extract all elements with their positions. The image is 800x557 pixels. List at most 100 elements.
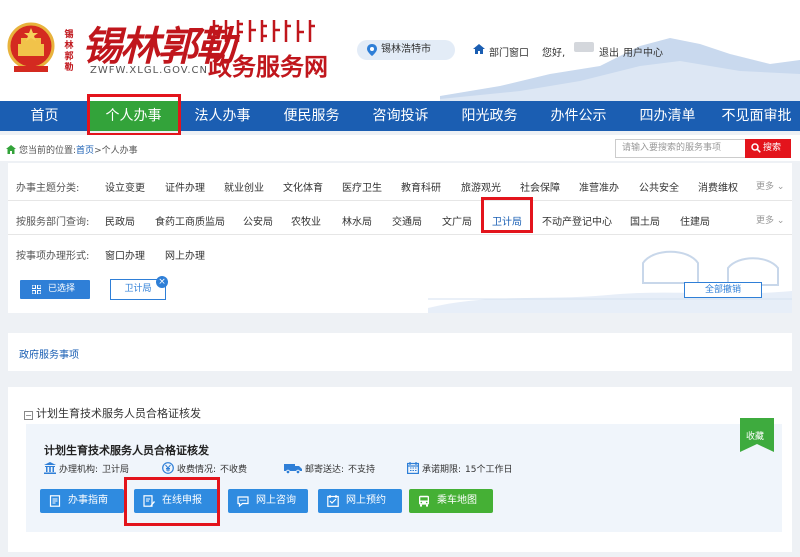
nav-corporate-affairs[interactable]: 法人办事 (178, 101, 267, 131)
nav-consult-complaint[interactable]: 咨询投诉 (356, 101, 445, 131)
username-redacted (574, 42, 594, 53)
breadcrumb: 您当前的位置:首页>个人办事 (6, 143, 138, 156)
filter-method-option[interactable]: 窗口办理 (105, 247, 145, 262)
document-icon (49, 495, 61, 507)
filter-dept-option[interactable]: 林水局 (342, 213, 372, 228)
fee-value: 不收费 (220, 465, 248, 475)
nav-four-lists[interactable]: 四办清单 (623, 101, 712, 131)
logo-url: ZWFW.XLGL.GOV.CN (90, 65, 208, 76)
nav-remote-approval[interactable]: 不见面审批 (712, 101, 800, 131)
house-icon (473, 44, 485, 54)
filter-theme-option[interactable]: 就业创业 (224, 179, 264, 194)
national-emblem-icon (7, 22, 55, 72)
meta-mail: 邮寄送达: 不支持 (284, 462, 375, 475)
transit-map-button[interactable]: 乘车地图 (409, 489, 493, 513)
greeting-text: 您好, (542, 48, 566, 59)
truck-icon (284, 464, 302, 474)
services-section-title: 政府服务事项 (19, 350, 79, 361)
search-input[interactable]: 请输入要搜索的服务事项 (615, 139, 745, 158)
user-center-link[interactable]: 用户中心 (623, 44, 663, 59)
filter-dept-option[interactable]: 食药工商质监局 (155, 213, 225, 228)
filter-theme-option[interactable]: 准营准办 (579, 179, 619, 194)
meta-deadline: 承诺期限: 15个工作日 (407, 462, 513, 475)
logout-link[interactable]: 退出 (599, 44, 619, 59)
filter-method-label: 按事项办理形式: (16, 251, 90, 262)
bus-icon (419, 495, 429, 507)
meta-fee: 收费情况: 不收费 (162, 462, 247, 475)
nav-home[interactable]: 首页 (0, 101, 89, 131)
grid-icon (32, 285, 41, 294)
filter-dept-option[interactable]: 公安局 (243, 213, 273, 228)
services-section: 政府服务事项 (8, 333, 792, 371)
online-reserve-button[interactable]: 网上预约 (318, 489, 402, 513)
filter-theme-more[interactable]: 更多 ⌄ (756, 179, 784, 192)
filter-dept-option[interactable]: 国土局 (630, 213, 660, 228)
breadcrumb-home-link[interactable]: 首页 (76, 146, 94, 156)
filter-theme-label: 办事主题分类: (16, 183, 80, 194)
filter-theme-option[interactable]: 社会保障 (520, 179, 560, 194)
reservation-icon (327, 495, 339, 507)
filter-dept-option[interactable]: 住建局 (680, 213, 710, 228)
clear-all-button[interactable]: 全部撤销 (684, 282, 762, 298)
collapse-icon[interactable]: − (24, 411, 33, 420)
nav-open-government[interactable]: 阳光政务 (445, 101, 534, 131)
online-consult-button-label: 网上咨询 (256, 495, 296, 506)
region-label: 锡林浩特市 (381, 44, 431, 55)
dept-window-link[interactable]: 部门窗口 (489, 44, 529, 59)
nav-convenience-services[interactable]: 便民服务 (267, 101, 356, 131)
selected-filters-label: 已选择 (48, 284, 76, 294)
mail-label: 邮寄送达: (305, 465, 345, 475)
remove-tag-icon[interactable]: × (156, 276, 168, 288)
seal-text: 锡林郭勒 (64, 30, 74, 73)
nav-case-publicity[interactable]: 办件公示 (534, 101, 623, 131)
filter-theme-option[interactable]: 设立变更 (105, 179, 145, 194)
site-header: 锡林郭勒 锡林郭勒 ZWFW.XLGL.GOV.CN 政务服务网 锡林浩特市 部… (0, 0, 800, 101)
filter-dept-option[interactable]: 不动产登记中心 (542, 213, 612, 228)
filter-row-theme: 办事主题分类: 设立变更 证件办理 就业创业 文化体育 医疗卫生 教育科研 旅游… (8, 167, 792, 201)
highlight-box-nav (87, 94, 181, 136)
home-icon (6, 145, 16, 154)
region-selector[interactable]: 锡林浩特市 (357, 40, 455, 60)
org-value: 卫计局 (102, 465, 130, 475)
online-reserve-button-label: 网上预约 (346, 495, 386, 506)
calendar-icon (407, 462, 419, 474)
highlight-box-dept (481, 197, 533, 233)
highlight-box-apply (124, 477, 220, 526)
selected-filters-button[interactable]: 已选择 (20, 280, 90, 299)
transit-map-button-label: 乘车地图 (437, 495, 477, 506)
guide-button[interactable]: 办事指南 (40, 489, 124, 513)
service-item-card: − 计划生育技术服务人员合格证核发 收藏 计划生育技术服务人员合格证核发 办理机构… (8, 387, 792, 552)
filter-theme-option[interactable]: 医疗卫生 (342, 179, 382, 194)
fee-label: 收费情况: (177, 465, 217, 475)
filter-theme-option[interactable]: 旅游观光 (461, 179, 501, 194)
breadcrumb-separator: > (94, 146, 102, 156)
org-label: 办理机构: (59, 465, 99, 475)
filter-dept-option[interactable]: 民政局 (105, 213, 135, 228)
filter-dept-more[interactable]: 更多 ⌄ (756, 213, 784, 226)
filter-theme-option[interactable]: 证件办理 (165, 179, 205, 194)
filter-row-dept: 按服务部门查询: 民政局 食药工商质监局 公安局 农牧业 林水局 交通局 文广局… (8, 201, 792, 235)
filter-method-option[interactable]: 网上办理 (165, 247, 205, 262)
yuan-coin-icon (162, 462, 174, 474)
filter-theme-option[interactable]: 文化体育 (283, 179, 323, 194)
deadline-label: 承诺期限: (422, 465, 462, 475)
bank-icon (44, 462, 56, 474)
filter-theme-option[interactable]: 公共安全 (639, 179, 679, 194)
filter-panel: 办事主题分类: 设立变更 证件办理 就业创业 文化体育 医疗卫生 教育科研 旅游… (8, 163, 792, 313)
filter-dept-option[interactable]: 文广局 (442, 213, 472, 228)
item-title-text: 计划生育技术服务人员合格证核发 (36, 407, 201, 420)
search-icon (751, 143, 761, 153)
filter-theme-option[interactable]: 消费维权 (698, 179, 738, 194)
search-button[interactable]: 搜索 (745, 139, 791, 158)
breadcrumb-bar: 您当前的位置:首页>个人办事 请输入要搜索的服务事项 搜索 (0, 135, 800, 161)
online-consult-button[interactable]: 网上咨询 (228, 489, 308, 513)
item-title[interactable]: − 计划生育技术服务人员合格证核发 (24, 405, 201, 421)
filter-dept-label: 按服务部门查询: (16, 217, 90, 228)
filter-theme-option[interactable]: 教育科研 (401, 179, 441, 194)
breadcrumb-prefix: 您当前的位置: (19, 146, 77, 156)
filter-dept-option[interactable]: 农牧业 (291, 213, 321, 228)
breadcrumb-current: 个人办事 (101, 146, 138, 156)
filter-dept-option[interactable]: 交通局 (392, 213, 422, 228)
deadline-value: 15个工作日 (465, 465, 513, 475)
favorite-label[interactable]: 收藏 (746, 429, 764, 442)
